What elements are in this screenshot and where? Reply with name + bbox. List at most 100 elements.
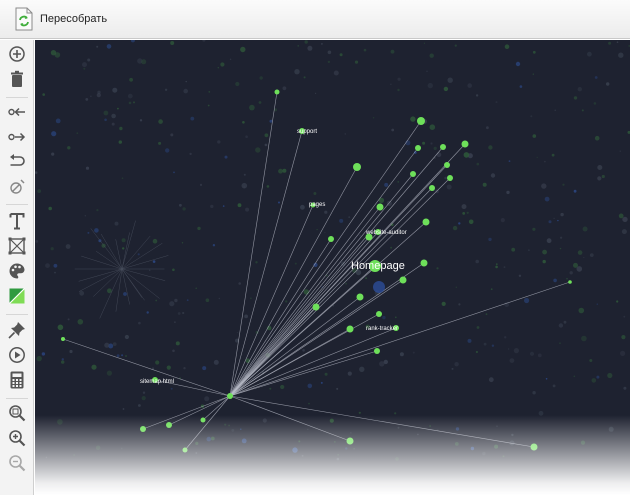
add-node-button[interactable] [5, 43, 29, 65]
background-node [94, 228, 99, 233]
background-node [300, 204, 305, 210]
graph-node[interactable] [346, 325, 354, 333]
background-node [513, 348, 519, 354]
background-node [122, 408, 125, 410]
graph-node[interactable] [312, 303, 320, 311]
graph-node[interactable] [182, 447, 188, 453]
graph-node[interactable] [415, 145, 421, 151]
graph-node[interactable] [410, 171, 416, 177]
background-node [294, 262, 297, 265]
background-node [54, 271, 56, 274]
background-node [129, 77, 133, 82]
delete-button[interactable] [5, 68, 29, 90]
background-node [490, 288, 493, 291]
text-tool-button[interactable] [5, 210, 29, 232]
graph-node[interactable] [568, 280, 572, 284]
background-node [35, 171, 38, 174]
background-node [589, 359, 593, 362]
background-node [530, 115, 533, 118]
graph-hub-node[interactable] [227, 393, 233, 399]
graph-node[interactable] [346, 437, 354, 445]
background-node [82, 62, 87, 68]
node-label-sitemap: sitemap.html [140, 379, 174, 385]
background-node [410, 116, 416, 122]
hide-node-button[interactable] [5, 176, 29, 198]
zoom-out-button[interactable] [5, 452, 29, 474]
zoom-in-button[interactable] [5, 427, 29, 449]
play-button[interactable] [5, 344, 29, 366]
color-fill-button[interactable] [5, 285, 29, 307]
background-node [57, 419, 63, 425]
undo-button[interactable] [5, 151, 29, 173]
graph-node[interactable] [356, 293, 364, 301]
background-node [463, 152, 470, 158]
background-node [455, 427, 460, 431]
graph-node[interactable] [140, 426, 146, 432]
graph-nodes[interactable] [61, 89, 572, 453]
node-label-homepage[interactable]: Homepage [351, 260, 405, 272]
background-node [426, 70, 428, 72]
background-node [476, 326, 480, 329]
background-node [601, 174, 605, 179]
graph-node[interactable] [274, 89, 280, 95]
background-node [455, 286, 457, 288]
graph-node[interactable] [353, 163, 361, 171]
graph-node[interactable] [422, 218, 430, 226]
background-edge [121, 235, 151, 270]
background-node [83, 67, 86, 70]
rebuild-button[interactable]: Пересобрать [10, 6, 111, 32]
background-node [96, 45, 99, 48]
outgoing-links-button[interactable] [5, 126, 29, 148]
node-label-rank-tracker: rank-tracker [366, 326, 398, 332]
background-node [42, 93, 45, 96]
graph-node[interactable] [399, 276, 407, 284]
graph-node[interactable] [166, 422, 172, 428]
graph-node[interactable] [429, 185, 435, 191]
incoming-links-button[interactable] [5, 101, 29, 123]
graph-edge [142, 395, 231, 430]
graph-node[interactable] [200, 417, 206, 423]
layout-button[interactable] [5, 235, 29, 257]
graph-node[interactable] [374, 348, 380, 354]
zoom-fit-button[interactable] [5, 402, 29, 424]
graph-node[interactable] [447, 175, 453, 181]
graph-node[interactable] [376, 311, 382, 317]
background-node [435, 189, 439, 194]
background-node [553, 278, 557, 283]
background-node [183, 367, 186, 370]
background-node [397, 88, 400, 92]
graph-node[interactable] [376, 203, 384, 211]
background-node [486, 126, 489, 130]
node-label-pages: pages [309, 202, 325, 208]
graph-edge [229, 395, 535, 448]
background-node [258, 101, 262, 104]
graph-canvas[interactable]: support pages website-auditor Homepage r… [35, 40, 630, 495]
calculator-button[interactable] [5, 369, 29, 391]
graph-node[interactable] [444, 162, 450, 168]
background-node [594, 76, 598, 79]
background-node [84, 215, 86, 217]
graph-node[interactable] [461, 140, 469, 148]
background-node [545, 378, 548, 380]
palette-button[interactable] [5, 260, 29, 282]
background-node [170, 133, 174, 137]
graph-node[interactable] [328, 236, 334, 242]
graph-node-highlight[interactable] [373, 281, 385, 293]
background-node [119, 126, 123, 131]
site-structure-graph[interactable]: support pages website-auditor Homepage r… [35, 40, 630, 495]
graph-node[interactable] [417, 117, 425, 125]
background-node [458, 222, 461, 225]
graph-node[interactable] [420, 259, 428, 267]
background-node [483, 342, 487, 346]
graph-node[interactable] [61, 337, 65, 341]
background-node [244, 314, 249, 319]
background-node [508, 160, 511, 162]
background-node [589, 253, 594, 257]
background-node [125, 355, 127, 357]
background-edge [95, 251, 123, 270]
graph-node[interactable] [440, 144, 446, 150]
background-node [461, 204, 467, 210]
text-icon [9, 213, 25, 230]
pin-button[interactable] [5, 319, 29, 341]
graph-node[interactable] [530, 443, 538, 451]
